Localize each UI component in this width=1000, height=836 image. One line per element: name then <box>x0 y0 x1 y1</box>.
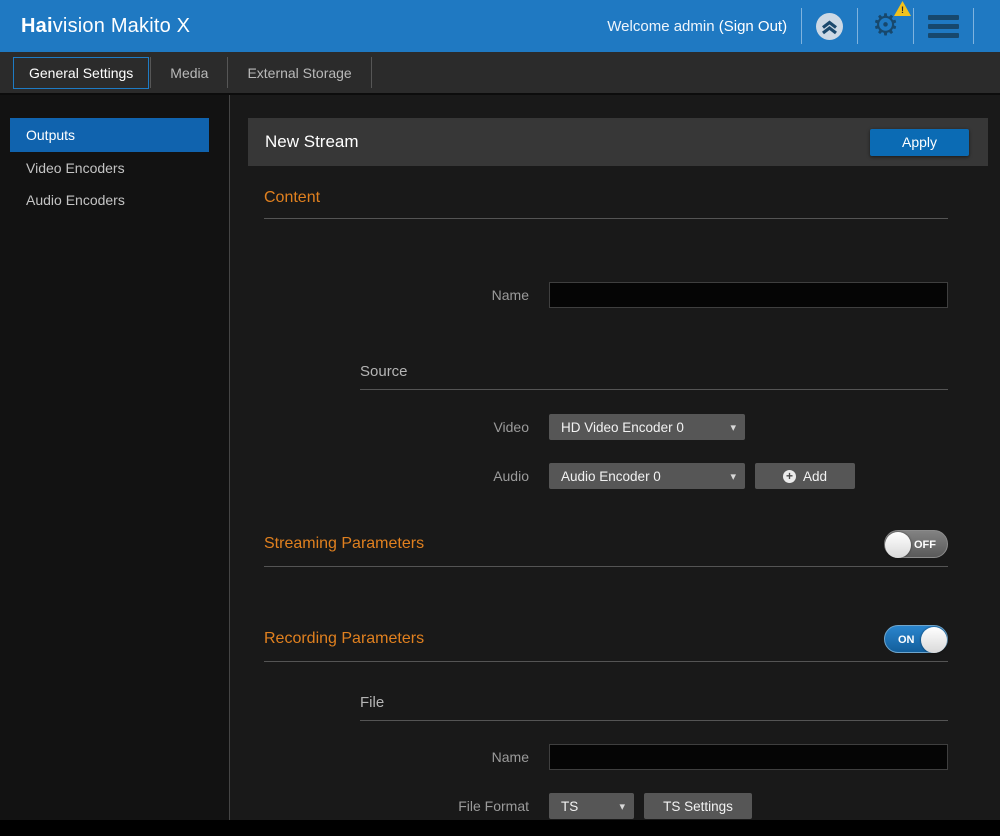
welcome-label: Welcome admin <box>607 18 714 35</box>
main-content: New Stream Apply Content Name Source Vid… <box>248 95 988 820</box>
recording-parameters-row: Recording Parameters ON <box>248 625 988 653</box>
header-actions: Welcome admin (Sign Out) ⚙ ! <box>607 0 988 52</box>
streaming-parameters-row: Streaming Parameters OFF <box>248 530 988 558</box>
video-encoder-selected: HD Video Encoder 0 <box>561 420 684 435</box>
toggle-knob <box>921 627 947 653</box>
welcome-text: Welcome admin (Sign Out) <box>607 18 787 35</box>
brand-rest: vision Makito X <box>53 15 191 37</box>
toggle-state-label: ON <box>898 626 915 654</box>
chevron-down-icon: ▾ <box>730 470 736 483</box>
subsection-divider <box>360 389 948 390</box>
tab-general-settings[interactable]: General Settings <box>13 57 149 89</box>
app-header: Haivision Makito X Welcome admin (Sign O… <box>0 0 1000 52</box>
stream-name-row: Name <box>248 282 988 308</box>
toggle-state-label: OFF <box>914 531 936 559</box>
menu-icon[interactable] <box>928 15 959 38</box>
file-format-label: File Format <box>248 798 529 814</box>
tab-divider <box>150 57 151 88</box>
header-divider <box>857 8 858 44</box>
sidebar-item-video-encoders[interactable]: Video Encoders <box>0 152 229 184</box>
apply-button[interactable]: Apply <box>870 129 969 156</box>
tab-media[interactable]: Media <box>152 58 226 88</box>
tab-external-storage[interactable]: External Storage <box>229 58 369 88</box>
admin-settings-button[interactable]: ⚙ ! <box>872 11 899 41</box>
file-name-input[interactable] <box>549 744 948 770</box>
page-title: New Stream <box>265 132 359 152</box>
header-divider <box>973 8 974 44</box>
haivision-status-icon[interactable] <box>816 13 843 40</box>
toggle-knob <box>885 532 911 558</box>
content-section-heading: Content <box>264 185 988 210</box>
streaming-parameters-heading: Streaming Parameters <box>264 535 424 553</box>
recording-parameters-toggle[interactable]: ON <box>884 625 948 653</box>
section-divider <box>264 661 948 662</box>
subsection-divider <box>360 720 948 721</box>
bottom-strip <box>0 820 1000 836</box>
chevron-down-icon: ▾ <box>730 421 736 434</box>
file-subheading: File <box>360 692 988 714</box>
file-name-row: Name <box>248 744 988 770</box>
audio-encoder-selected: Audio Encoder 0 <box>561 469 661 484</box>
stream-name-label: Name <box>248 287 529 303</box>
brand-bold: Hai <box>21 15 53 37</box>
section-divider <box>264 218 948 219</box>
audio-source-row: Audio Audio Encoder 0 ▾ + Add <box>248 463 988 489</box>
sidebar: Outputs Video Encoders Audio Encoders <box>0 95 230 820</box>
video-label: Video <box>248 419 529 435</box>
ts-settings-button[interactable]: TS Settings <box>644 793 752 819</box>
file-name-label: Name <box>248 749 529 765</box>
header-divider <box>801 8 802 44</box>
video-encoder-dropdown[interactable]: HD Video Encoder 0 ▾ <box>549 414 745 440</box>
add-button-label: Add <box>803 469 827 484</box>
video-source-row: Video HD Video Encoder 0 ▾ <box>248 414 988 440</box>
section-divider <box>264 566 948 567</box>
panel-header: New Stream Apply <box>248 118 988 166</box>
tab-divider <box>227 57 228 88</box>
add-audio-button[interactable]: + Add <box>755 463 855 489</box>
recording-parameters-heading: Recording Parameters <box>264 630 424 648</box>
sidebar-item-audio-encoders[interactable]: Audio Encoders <box>0 184 229 216</box>
header-divider <box>913 8 914 44</box>
chevron-down-icon: ▾ <box>619 800 625 813</box>
streaming-parameters-toggle[interactable]: OFF <box>884 530 948 558</box>
main-tabbar: General Settings Media External Storage <box>0 52 1000 95</box>
app-logo: Haivision Makito X <box>21 15 190 38</box>
stream-name-input[interactable] <box>549 282 948 308</box>
sign-out-link[interactable]: (Sign Out) <box>719 18 787 35</box>
file-format-row: File Format TS ▾ TS Settings <box>248 793 988 819</box>
page-body: Outputs Video Encoders Audio Encoders Ne… <box>0 95 1000 820</box>
file-format-dropdown[interactable]: TS ▾ <box>549 793 634 819</box>
plus-icon: + <box>783 470 796 483</box>
audio-encoder-dropdown[interactable]: Audio Encoder 0 ▾ <box>549 463 745 489</box>
sidebar-item-outputs[interactable]: Outputs <box>10 118 209 152</box>
audio-label: Audio <box>248 468 529 484</box>
tab-divider <box>371 57 372 88</box>
source-subheading: Source <box>360 361 988 383</box>
file-format-selected: TS <box>561 799 578 814</box>
